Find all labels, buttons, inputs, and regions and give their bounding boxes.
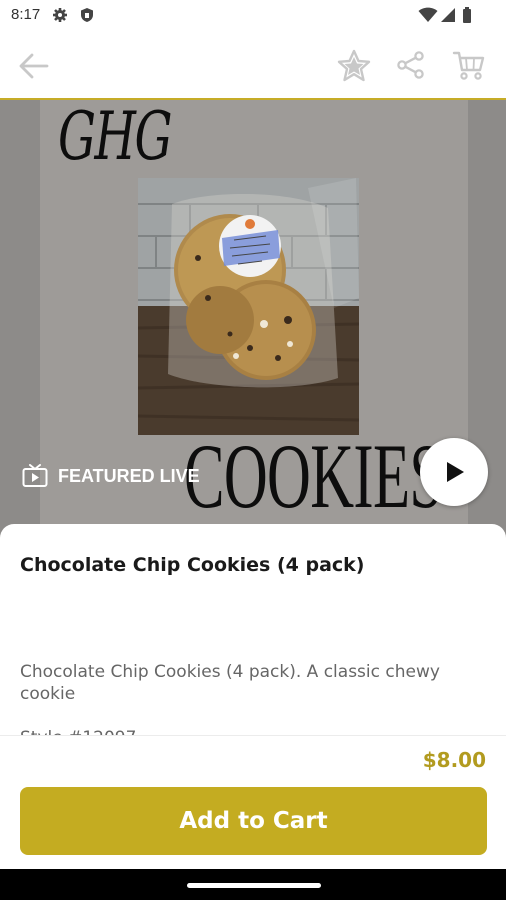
play-video-button[interactable]: [420, 438, 488, 506]
shield-icon: [81, 8, 93, 22]
poster-title-top: GHG: [58, 98, 172, 175]
app-bar: [0, 32, 506, 98]
battery-icon: [463, 7, 471, 23]
settings-gear-icon: [53, 8, 67, 22]
product-description: Chocolate Chip Cookies (4 pack). A class…: [20, 662, 440, 704]
star-icon[interactable]: [337, 49, 371, 82]
wifi-icon: [418, 7, 438, 22]
status-bar: 8:17: [0, 0, 506, 32]
status-time: 8:17: [11, 6, 41, 23]
cookie-package-photo: [138, 178, 359, 435]
product-title: Chocolate Chip Cookies (4 pack): [20, 554, 365, 576]
home-indicator[interactable]: [187, 883, 321, 888]
featured-live-badge[interactable]: FEATURED LIVE: [22, 463, 200, 489]
tv-icon: [22, 464, 48, 487]
share-icon[interactable]: [396, 50, 426, 80]
poster-title-bottom: COOKIES: [184, 425, 443, 527]
cart-icon[interactable]: [452, 49, 486, 81]
signal-icon: [441, 8, 455, 22]
featured-live-label: FEATURED LIVE: [58, 465, 200, 486]
add-to-cart-button[interactable]: Add to Cart: [20, 787, 487, 855]
back-arrow-icon[interactable]: [18, 52, 50, 80]
product-price: $8.00: [422, 748, 486, 772]
play-icon: [447, 462, 464, 482]
